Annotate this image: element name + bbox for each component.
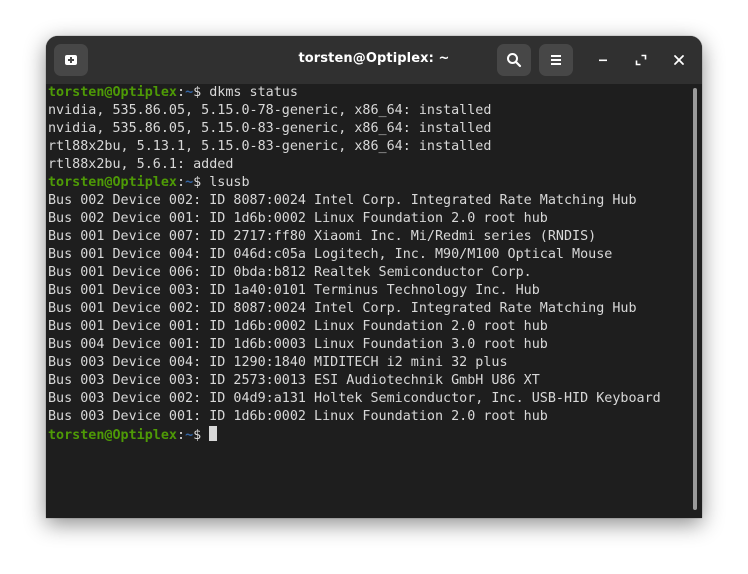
output-line: Bus 001 Device 004: ID 046d:c05a Logitec… <box>48 247 613 262</box>
output-line: Bus 001 Device 001: ID 1d6b:0002 Linux F… <box>48 319 548 334</box>
command-text: dkms status <box>209 85 298 100</box>
prompt-line: torsten@Optiplex:~$ dkms status <box>48 84 688 102</box>
search-icon <box>507 53 522 68</box>
output-line: Bus 001 Device 006: ID 0bda:b812 Realtek… <box>48 265 532 280</box>
output-line: Bus 002 Device 002: ID 8087:0024 Intel C… <box>48 193 637 208</box>
output-line: rtl88x2bu, 5.6.1: added <box>48 157 234 172</box>
prompt-path: ~ <box>185 85 194 100</box>
prompt-line: torsten@Optiplex:~$ <box>48 426 688 444</box>
output-line: rtl88x2bu, 5.13.1, 5.15.0-83-generic, x8… <box>48 139 492 154</box>
command-text: lsusb <box>209 175 250 190</box>
output-line: Bus 003 Device 002: ID 04d9:a131 Holtek … <box>48 391 661 406</box>
close-icon <box>674 55 684 65</box>
hamburger-menu-icon <box>551 55 561 65</box>
minimize-button[interactable] <box>591 48 615 72</box>
output-line: nvidia, 535.86.05, 5.15.0-78-generic, x8… <box>48 103 492 118</box>
maximize-icon <box>635 54 647 66</box>
output-line: Bus 001 Device 003: ID 1a40:0101 Terminu… <box>48 283 540 298</box>
prompt-symbol: $ <box>193 175 210 190</box>
output-line: Bus 001 Device 007: ID 2717:ff80 Xiaomi … <box>48 229 597 244</box>
minimize-icon <box>599 59 607 62</box>
prompt-path: ~ <box>185 175 194 190</box>
prompt-symbol: $ <box>193 428 210 443</box>
text-cursor <box>209 426 218 441</box>
scrollbar[interactable] <box>693 88 697 510</box>
output-line: Bus 003 Device 004: ID 1290:1840 MIDITEC… <box>48 355 508 370</box>
output-line: Bus 003 Device 001: ID 1d6b:0002 Linux F… <box>48 409 548 424</box>
output-line: Bus 003 Device 003: ID 2573:0013 ESI Aud… <box>48 373 540 388</box>
menu-button[interactable] <box>539 44 573 76</box>
prompt-symbol: $ <box>193 85 210 100</box>
output-line: Bus 002 Device 001: ID 1d6b:0002 Linux F… <box>48 211 548 226</box>
output-line: Bus 001 Device 002: ID 8087:0024 Intel C… <box>48 301 637 316</box>
prompt-user-host: torsten@Optiplex <box>48 85 177 100</box>
terminal-output[interactable]: torsten@Optiplex:~$ dkms status nvidia, 5… <box>48 84 688 518</box>
prompt-user-host: torsten@Optiplex <box>48 428 177 443</box>
output-line: nvidia, 535.86.05, 5.15.0-83-generic, x8… <box>48 121 492 136</box>
terminal-window: torsten@Optiplex: ~ torsten@Optiplex:~$ … <box>46 36 702 518</box>
prompt-user-host: torsten@Optiplex <box>48 175 177 190</box>
header-bar: torsten@Optiplex: ~ <box>46 36 702 84</box>
output-line: Bus 004 Device 001: ID 1d6b:0003 Linux F… <box>48 337 548 352</box>
prompt-line: torsten@Optiplex:~$ lsusb <box>48 174 688 192</box>
search-button[interactable] <box>497 44 531 76</box>
maximize-button[interactable] <box>629 48 653 72</box>
prompt-colon: : <box>177 175 186 190</box>
prompt-path: ~ <box>185 428 194 443</box>
prompt-colon: : <box>177 428 186 443</box>
prompt-colon: : <box>177 85 186 100</box>
close-button[interactable] <box>667 48 691 72</box>
